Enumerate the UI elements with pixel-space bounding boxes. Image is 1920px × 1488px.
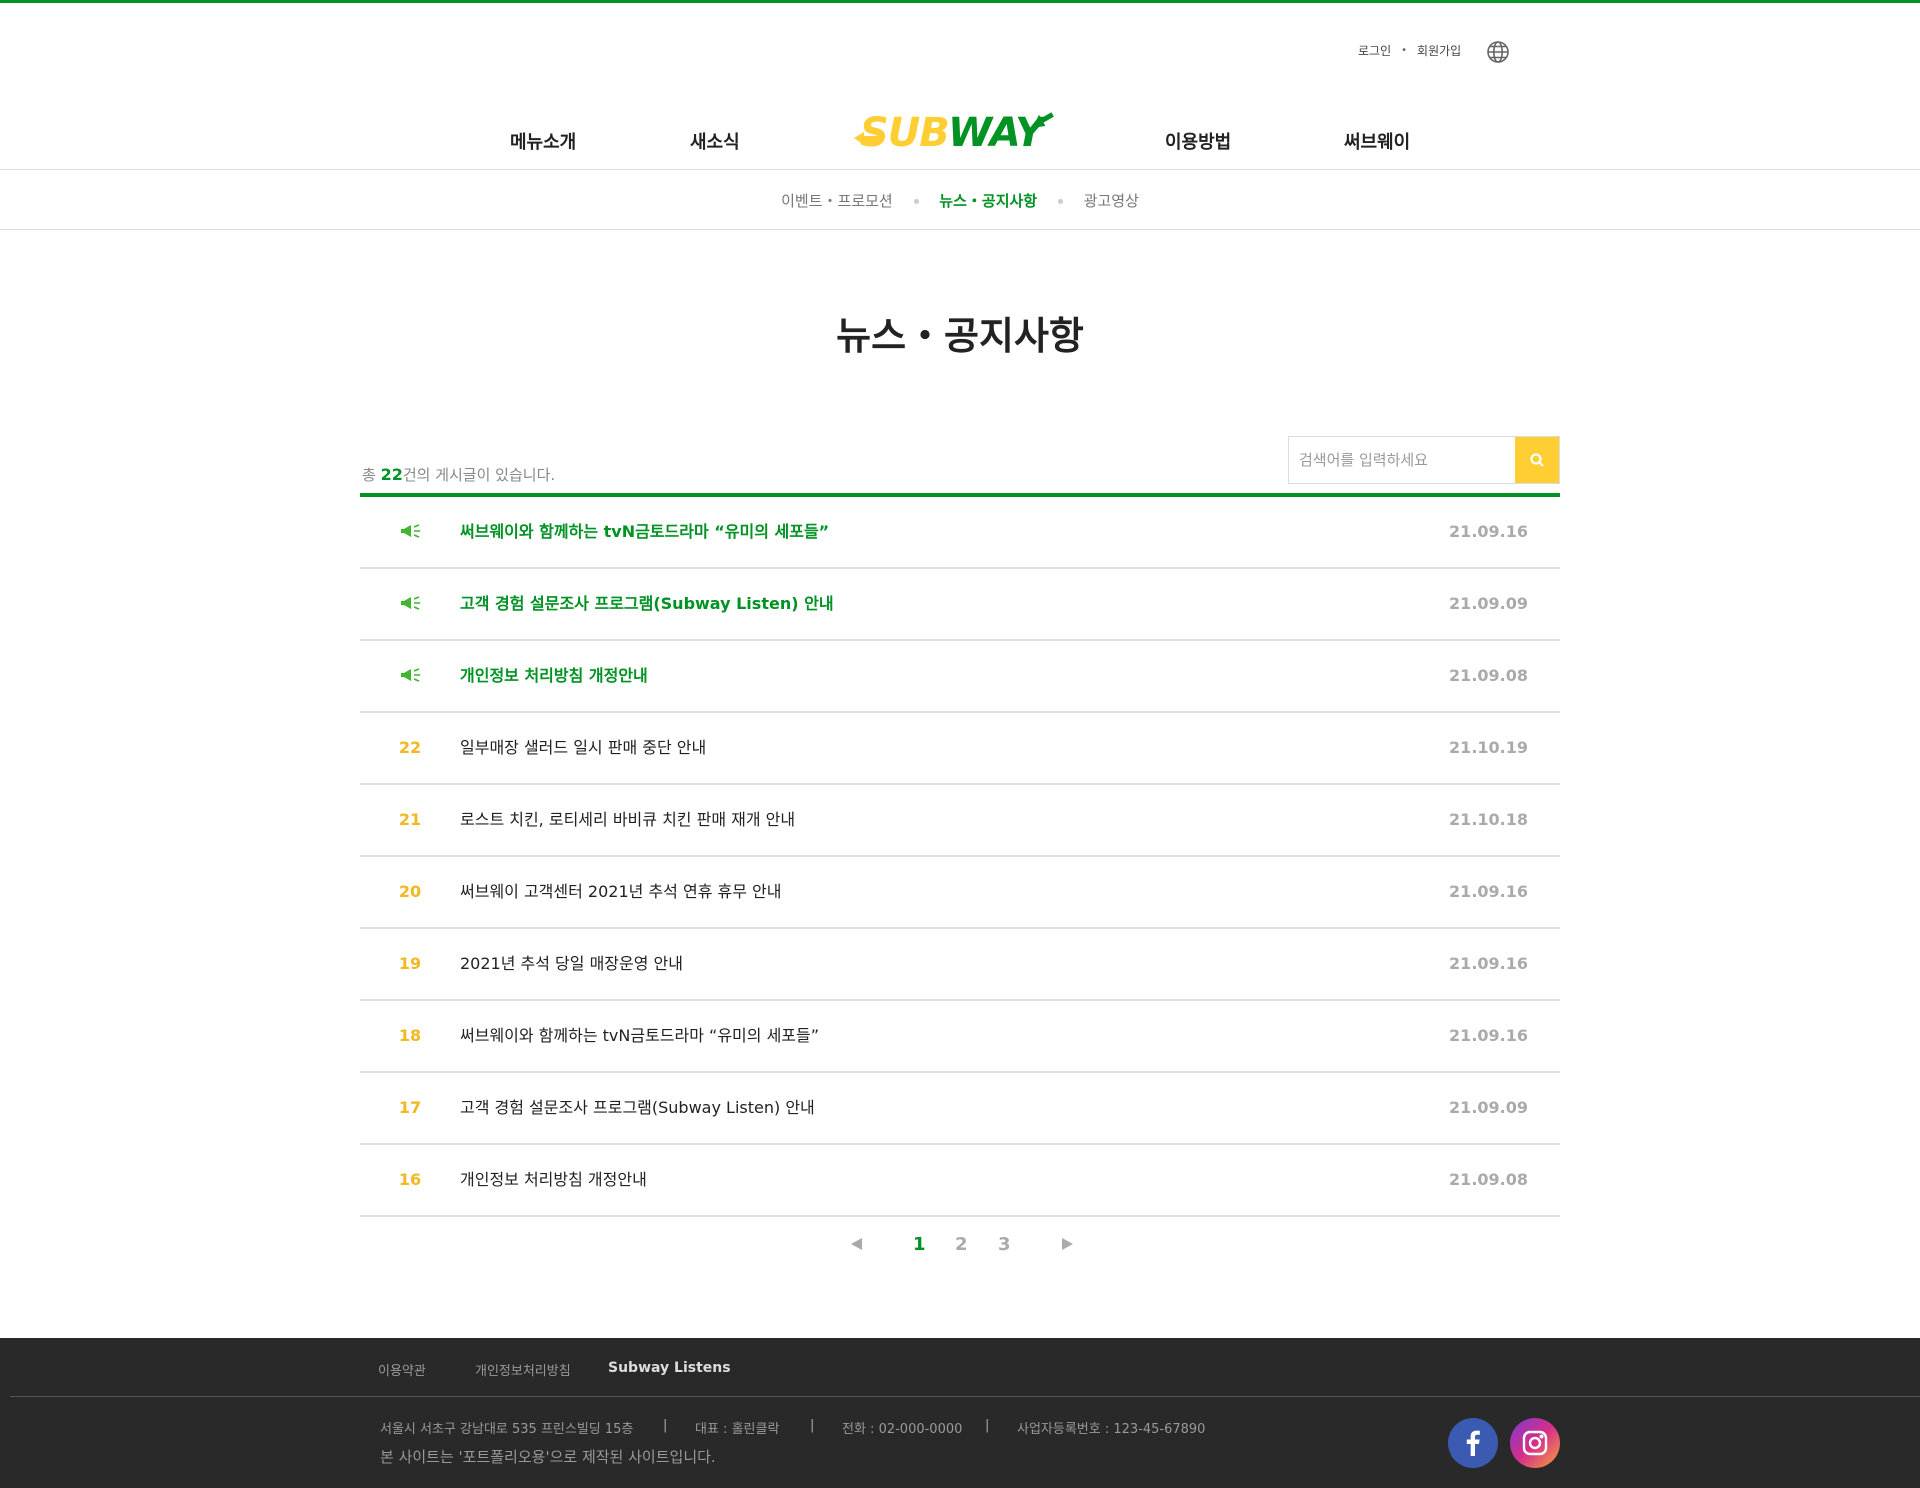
nav-item-news[interactable]: 새소식 xyxy=(690,128,740,154)
utility-separator: • xyxy=(1401,45,1408,56)
nav-item-menu[interactable]: 메뉴소개 xyxy=(510,128,576,154)
prev-page-icon[interactable] xyxy=(851,1238,862,1250)
footer: 이용약관 개인정보처리방침 Subway Listens 서울시 서초구 강남대… xyxy=(0,1338,1920,1488)
post-title[interactable]: 써브웨이 고객센터 2021년 추석 연휴 휴무 안내 xyxy=(460,857,781,927)
subnav-separator xyxy=(1057,199,1063,204)
utility-links: 로그인 • 회원가입 xyxy=(1358,42,1461,59)
footer-divider xyxy=(10,1396,1920,1397)
notice-row[interactable]: 써브웨이와 함께하는 tvN금토드라마 “유미의 세포들” 21.09.16 xyxy=(360,497,1560,569)
post-title[interactable]: 고객 경험 설문조사 프로그램(Subway Listen) 안내 xyxy=(460,569,834,639)
page-title: 뉴스・공지사항 xyxy=(836,314,1084,358)
instagram-button[interactable] xyxy=(1510,1418,1560,1468)
svg-text:WAY: WAY xyxy=(948,110,1048,152)
post-title[interactable]: 써브웨이와 함께하는 tvN금토드라마 “유미의 세포들” xyxy=(460,1001,819,1071)
search-icon xyxy=(1530,453,1544,467)
post-title[interactable]: 로스트 치킨, 로티세리 바비큐 치킨 판매 재개 안내 xyxy=(460,785,795,855)
copyright-text: 본 사이트는 '포트폴리오용'으로 제작된 사이트입니다. xyxy=(380,1448,716,1466)
footer-links: 이용약관 개인정보처리방침 Subway Listens xyxy=(0,1360,1920,1380)
post-date: 21.10.19 xyxy=(1449,738,1528,757)
company-info: 서울시 서초구 강남대로 535 프린스빌딩 15층 | 대표 : 홀린클락 |… xyxy=(0,1418,1920,1438)
post-row[interactable]: 20 써브웨이 고객센터 2021년 추석 연휴 휴무 안내 21.09.16 xyxy=(360,857,1560,929)
post-date: 21.09.08 xyxy=(1449,666,1528,685)
subnav-separator xyxy=(913,199,919,204)
facebook-icon xyxy=(1466,1430,1480,1456)
megaphone-icon xyxy=(401,524,420,538)
join-link[interactable]: 회원가입 xyxy=(1417,42,1461,59)
search-input[interactable] xyxy=(1289,437,1515,483)
post-count-number: 22 xyxy=(380,465,403,484)
post-row[interactable]: 22 일부매장 샐러드 일시 판매 중단 안내 21.10.19 xyxy=(360,713,1560,785)
company-ceo: 대표 : 홀린클락 xyxy=(695,1422,780,1437)
post-row[interactable]: 19 2021년 추석 당일 매장운영 안내 21.09.16 xyxy=(360,929,1560,1001)
post-title[interactable]: 고객 경험 설문조사 프로그램(Subway Listen) 안내 xyxy=(460,1073,815,1143)
company-address: 서울시 서초구 강남대로 535 프린스빌딩 15층 xyxy=(380,1422,634,1437)
page-number-2[interactable]: 2 xyxy=(955,1234,968,1255)
post-date: 21.09.16 xyxy=(1449,522,1528,541)
post-row[interactable]: 16 개인정보 처리방침 개정안내 21.09.08 xyxy=(360,1145,1560,1217)
notice-row[interactable]: 개인정보 처리방침 개정안내 21.09.08 xyxy=(360,641,1560,713)
post-title[interactable]: 개인정보 처리방침 개정안내 xyxy=(460,641,648,711)
subnav-divider xyxy=(0,229,1920,230)
info-separator: | xyxy=(810,1418,815,1433)
post-title[interactable]: 써브웨이와 함께하는 tvN금토드라마 “유미의 세포들” xyxy=(460,497,829,567)
page-number-1[interactable]: 1 xyxy=(913,1234,926,1255)
page-number-3[interactable]: 3 xyxy=(998,1234,1011,1255)
post-row[interactable]: 21 로스트 치킨, 로티세리 바비큐 치킨 판매 재개 안내 21.10.18 xyxy=(360,785,1560,857)
post-title[interactable]: 일부매장 샐러드 일시 판매 중단 안내 xyxy=(460,713,706,783)
subway-logo[interactable]: SUB WAY xyxy=(850,108,1056,152)
post-number: 17 xyxy=(398,1098,422,1117)
post-date: 21.09.16 xyxy=(1449,954,1528,973)
post-number: 18 xyxy=(398,1026,422,1045)
notice-board: 써브웨이와 함께하는 tvN금토드라마 “유미의 세포들” 21.09.16 고… xyxy=(360,493,1560,1217)
subnav-item-events[interactable]: 이벤트・프로모션 xyxy=(781,190,893,211)
search-button[interactable] xyxy=(1515,437,1559,483)
post-date: 21.10.18 xyxy=(1449,810,1528,829)
post-title[interactable]: 2021년 추석 당일 매장운영 안내 xyxy=(460,929,683,999)
post-row[interactable]: 18 써브웨이와 함께하는 tvN금토드라마 “유미의 세포들” 21.09.1… xyxy=(360,1001,1560,1073)
facebook-button[interactable] xyxy=(1448,1418,1498,1468)
svg-text:SUB: SUB xyxy=(860,110,949,152)
post-date: 21.09.09 xyxy=(1449,1098,1528,1117)
megaphone-icon xyxy=(401,668,420,682)
post-date: 21.09.08 xyxy=(1449,1170,1528,1189)
post-date: 21.09.16 xyxy=(1449,882,1528,901)
top-accent-bar xyxy=(0,0,1920,3)
nav-item-subway[interactable]: 써브웨이 xyxy=(1344,128,1410,154)
company-biz-number: 사업자등록번호 : 123-45-67890 xyxy=(1017,1422,1206,1437)
footer-link-terms[interactable]: 이용약관 xyxy=(378,1360,426,1379)
post-row[interactable]: 17 고객 경험 설문조사 프로그램(Subway Listen) 안내 21.… xyxy=(360,1073,1560,1145)
post-date: 21.09.16 xyxy=(1449,1026,1528,1045)
sub-nav: 이벤트・프로모션 뉴스・공지사항 광고영상 xyxy=(0,190,1920,211)
globe-icon[interactable] xyxy=(1486,40,1510,64)
post-date: 21.09.09 xyxy=(1449,594,1528,613)
post-title[interactable]: 개인정보 처리방침 개정안내 xyxy=(460,1145,647,1215)
subnav-item-news[interactable]: 뉴스・공지사항 xyxy=(939,190,1037,211)
post-number: 19 xyxy=(398,954,422,973)
instagram-icon xyxy=(1522,1430,1548,1456)
post-number: 22 xyxy=(398,738,422,757)
post-count-prefix: 총 xyxy=(362,466,381,484)
post-number: 21 xyxy=(398,810,422,829)
search-box xyxy=(1288,436,1560,484)
info-separator: | xyxy=(985,1418,990,1433)
post-count: 총 22건의 게시글이 있습니다. xyxy=(362,464,555,485)
subnav-item-ads[interactable]: 광고영상 xyxy=(1084,190,1139,211)
pagination: 1 2 3 xyxy=(0,1234,1920,1258)
company-phone: 전화 : 02-000-0000 xyxy=(842,1422,963,1437)
post-number: 16 xyxy=(398,1170,422,1189)
login-link[interactable]: 로그인 xyxy=(1358,42,1391,59)
post-number: 20 xyxy=(398,882,422,901)
post-count-suffix: 건의 게시글이 있습니다. xyxy=(402,466,556,484)
footer-link-subway-listens[interactable]: Subway Listens xyxy=(608,1360,731,1376)
nav-divider xyxy=(0,169,1920,170)
footer-link-privacy[interactable]: 개인정보처리방침 xyxy=(475,1360,571,1379)
next-page-icon[interactable] xyxy=(1062,1238,1073,1250)
notice-row[interactable]: 고객 경험 설문조사 프로그램(Subway Listen) 안내 21.09.… xyxy=(360,569,1560,641)
info-separator: | xyxy=(663,1418,668,1433)
megaphone-icon xyxy=(401,596,420,610)
nav-item-howto[interactable]: 이용방법 xyxy=(1165,128,1231,154)
